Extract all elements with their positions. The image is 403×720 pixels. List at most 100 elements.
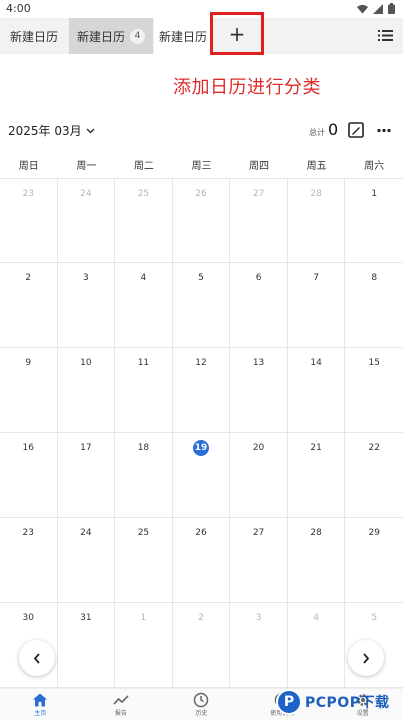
calendar-day-cell[interactable]: 12 xyxy=(172,348,231,433)
calendar-day-cell[interactable]: 2 xyxy=(172,603,231,688)
day-number: 2 xyxy=(25,273,32,283)
calendar-day-cell[interactable]: 8 xyxy=(345,263,403,348)
calendar-day-cell[interactable]: 19 xyxy=(172,433,231,518)
calendar-day-cell[interactable]: 25 xyxy=(115,518,173,603)
calendar-day-cell[interactable]: 2 xyxy=(0,263,58,348)
calendar-day-cell[interactable]: 6 xyxy=(230,263,288,348)
calendar-day-cell[interactable]: 24 xyxy=(57,178,116,263)
tab-calendar-1[interactable]: 新建日历 xyxy=(0,18,68,54)
calendar-day-cell[interactable]: 4 xyxy=(115,263,173,348)
day-number: 1 xyxy=(371,189,378,199)
day-number: 27 xyxy=(252,528,265,538)
previous-month-button[interactable] xyxy=(19,640,55,676)
day-number: 14 xyxy=(310,358,322,368)
day-number: 15 xyxy=(368,358,380,368)
day-number: 2 xyxy=(198,613,204,623)
day-number: 6 xyxy=(255,273,262,283)
day-number: 25 xyxy=(137,528,150,538)
total-label: 总计 xyxy=(309,128,325,137)
clock-icon xyxy=(194,692,209,708)
nav-item-report[interactable]: 报告 xyxy=(81,689,162,720)
trend-icon xyxy=(113,695,129,705)
day-number: 3 xyxy=(255,613,262,623)
weekday-header: 周日 周一 周二 周三 周四 周五 周六 xyxy=(0,156,403,178)
calendar-day-cell[interactable]: 18 xyxy=(115,433,173,518)
day-number: 7 xyxy=(313,273,319,283)
calendar-day-cell[interactable]: 10 xyxy=(57,348,116,433)
nav-label: 历史 xyxy=(195,710,208,717)
next-month-button[interactable] xyxy=(348,640,384,676)
status-icons xyxy=(357,3,395,14)
more-icon[interactable] xyxy=(377,128,391,133)
home-icon xyxy=(33,693,48,707)
add-calendar-button[interactable]: + xyxy=(210,12,264,55)
calendar-day-cell[interactable]: 15 xyxy=(345,348,403,433)
calendar-day-cell[interactable]: 23 xyxy=(0,178,58,263)
tab-calendar-2[interactable]: 新建日历 4 xyxy=(69,18,153,54)
calendar-day-cell[interactable]: 14 xyxy=(287,348,346,433)
tab-label: 新建日历 xyxy=(9,29,58,44)
day-number: 22 xyxy=(368,443,380,453)
nav-item-history[interactable]: 历史 xyxy=(161,689,242,720)
day-number: 10 xyxy=(80,358,92,368)
day-number: 12 xyxy=(195,358,207,368)
calendar-day-cell[interactable]: 28 xyxy=(287,518,346,603)
calendar-day-cell[interactable]: 13 xyxy=(230,348,288,433)
annotation-text: 添加日历进行分类 xyxy=(173,77,321,98)
watermark-text: PCPOP下载 xyxy=(305,695,390,711)
calendar-day-cell[interactable]: 22 xyxy=(345,433,403,518)
edit-icon[interactable] xyxy=(348,122,364,138)
chevron-left-icon xyxy=(33,652,40,664)
weekday-label: 周六 xyxy=(364,161,385,172)
calendar-day-cell[interactable]: 20 xyxy=(230,433,288,518)
calendar-day-cell[interactable]: 21 xyxy=(287,433,346,518)
day-number: 24 xyxy=(80,189,92,199)
calendar-day-cell[interactable]: 3 xyxy=(57,263,116,348)
day-number: 13 xyxy=(252,358,265,368)
nav-label: 报告 xyxy=(114,710,127,717)
calendar-day-cell[interactable]: 24 xyxy=(57,518,116,603)
month-picker[interactable]: 2025年 03月 xyxy=(8,122,95,139)
calendar-day-cell[interactable]: 27 xyxy=(230,178,288,263)
calendar-day-cell[interactable]: 17 xyxy=(57,433,116,518)
day-number: 26 xyxy=(195,189,207,199)
calendar-day-cell[interactable]: 7 xyxy=(287,263,346,348)
calendar-day-cell[interactable]: 16 xyxy=(0,433,58,518)
status-time: 4:00 xyxy=(6,2,31,15)
day-number: 30 xyxy=(22,613,34,623)
calendar-day-cell[interactable]: 26 xyxy=(172,178,231,263)
calendar-day-cell[interactable]: 4 xyxy=(287,603,346,688)
calendar-day-cell[interactable]: 5 xyxy=(172,263,231,348)
calendar-day-cell[interactable]: 3 xyxy=(230,603,288,688)
calendar-day-cell[interactable]: 26 xyxy=(172,518,231,603)
tab-calendar-3[interactable]: 新建日历 xyxy=(154,18,212,54)
day-number: 8 xyxy=(371,273,378,283)
day-number: 29 xyxy=(368,528,380,538)
calendar-day-cell[interactable]: 31 xyxy=(57,603,116,688)
battery-icon xyxy=(388,3,395,14)
nav-item-home[interactable]: 主页 xyxy=(0,689,81,720)
chevron-right-icon xyxy=(363,652,370,664)
calendar-day-cell[interactable]: 1 xyxy=(115,603,173,688)
calendar-day-cell[interactable]: 1 xyxy=(345,178,403,263)
status-bar: 4:00 xyxy=(0,0,403,18)
tab-count-badge: 4 xyxy=(130,28,145,44)
calendar-day-cell[interactable]: 25 xyxy=(115,178,173,263)
calendar-day-cell[interactable]: 29 xyxy=(345,518,403,603)
calendar-day-cell[interactable]: 28 xyxy=(287,178,346,263)
day-number: 27 xyxy=(252,189,265,199)
calendar-day-cell[interactable]: 27 xyxy=(230,518,288,603)
day-number: 11 xyxy=(137,358,150,368)
day-number: 1 xyxy=(140,613,147,623)
day-number: 4 xyxy=(140,273,147,283)
day-number: 18 xyxy=(137,443,150,453)
tab-label: 新建日历 xyxy=(76,29,125,44)
list-menu-icon[interactable] xyxy=(378,28,393,43)
calendar-day-cell[interactable]: 9 xyxy=(0,348,58,433)
total-value: 0 xyxy=(328,120,339,139)
day-number: 16 xyxy=(22,443,34,453)
day-number: 26 xyxy=(195,528,207,538)
calendar-day-cell[interactable]: 11 xyxy=(115,348,173,433)
calendar-day-cell[interactable]: 23 xyxy=(0,518,58,603)
day-number: 5 xyxy=(198,273,204,283)
